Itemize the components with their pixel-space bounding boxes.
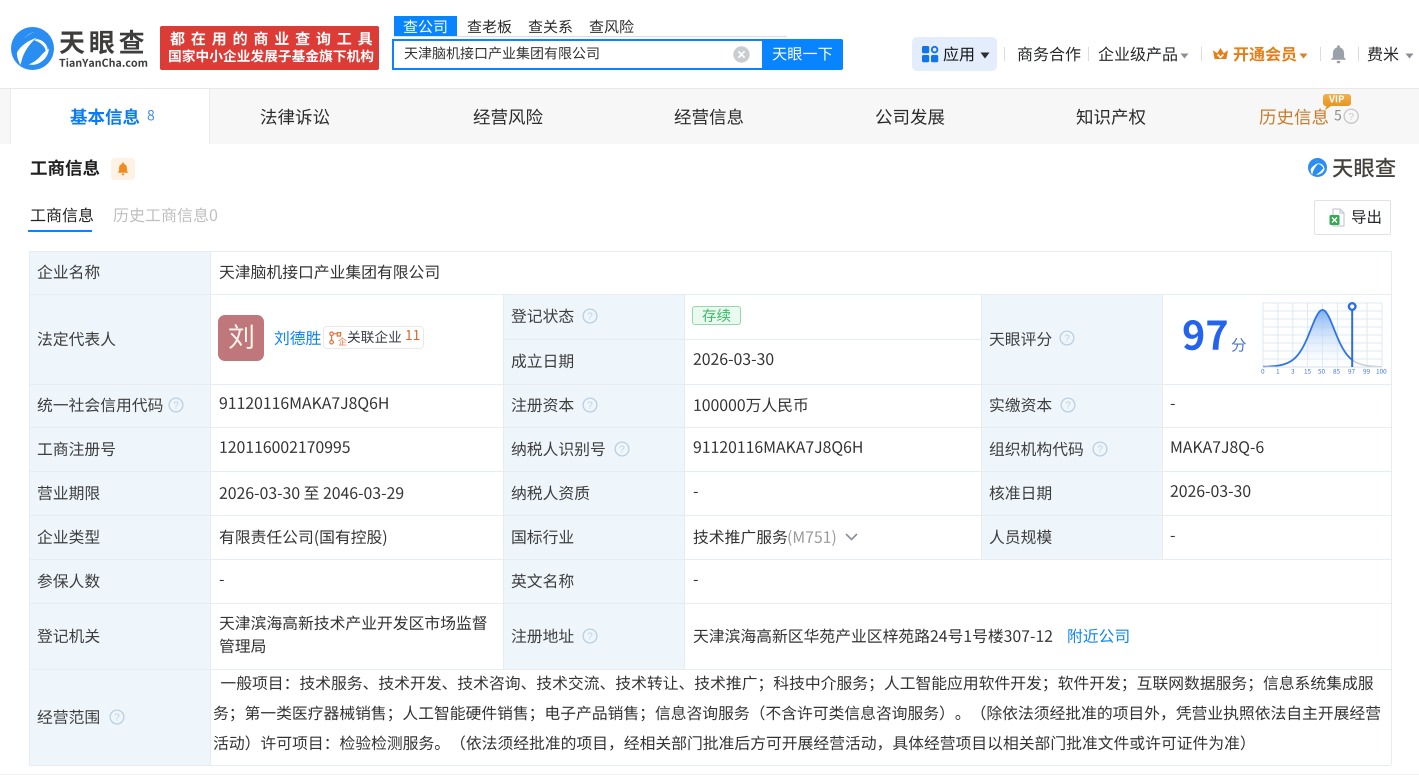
svg-text:?: ? [1349, 112, 1355, 123]
svg-text:?: ? [587, 632, 593, 643]
svg-text:?: ? [619, 444, 625, 455]
svg-text:?: ? [1066, 401, 1072, 412]
svg-text:?: ? [114, 713, 120, 724]
svg-text:?: ? [1097, 444, 1103, 455]
svg-text:?: ? [1064, 334, 1070, 345]
svg-text:?: ? [173, 401, 179, 412]
svg-text:?: ? [587, 401, 593, 412]
svg-text:?: ? [587, 311, 593, 322]
